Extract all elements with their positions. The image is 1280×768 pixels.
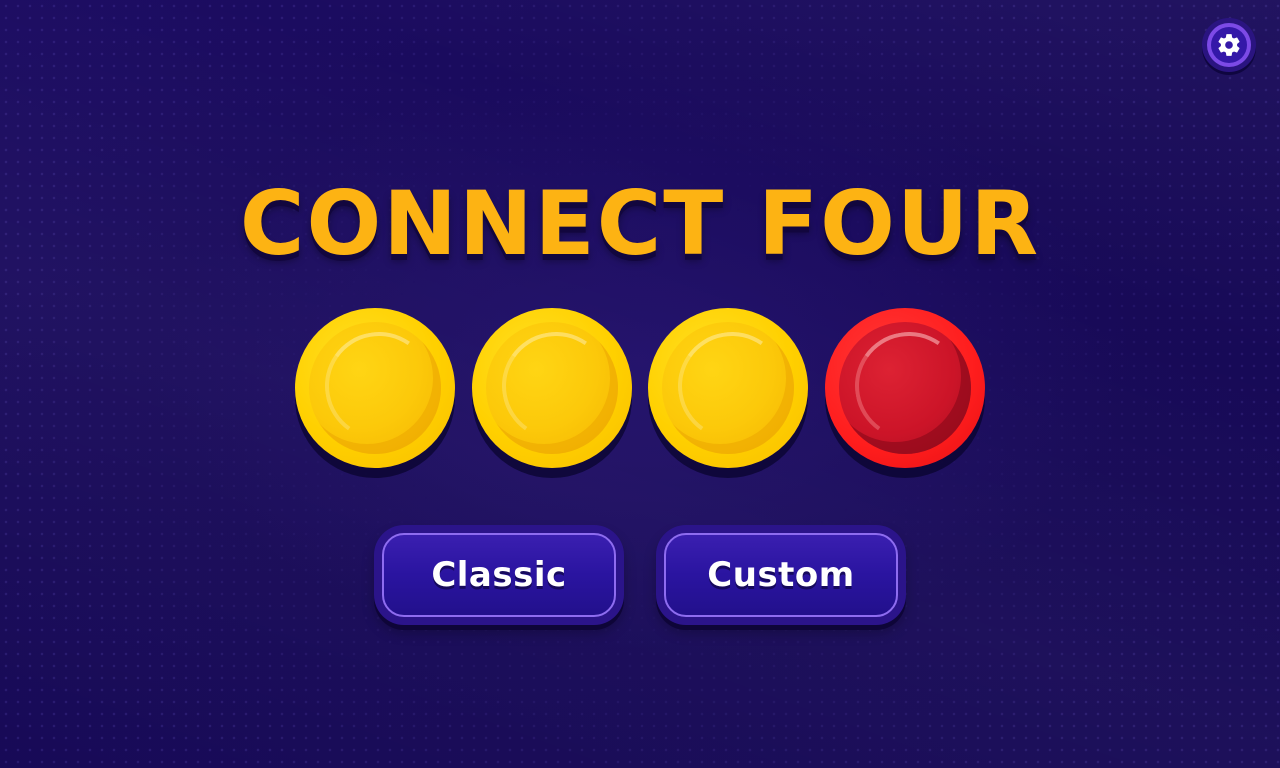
yellow-token xyxy=(648,308,808,468)
custom-mode-button[interactable]: Custom xyxy=(656,525,906,625)
custom-button-label: Custom xyxy=(707,555,855,595)
settings-button[interactable] xyxy=(1202,18,1256,72)
token-row xyxy=(0,308,1280,478)
classic-button-label: Classic xyxy=(431,555,567,595)
game-screen: CONNECT FOUR Classic Custom xyxy=(0,0,1280,768)
yellow-token xyxy=(295,308,455,468)
yellow-token xyxy=(472,308,632,468)
settings-button-ring xyxy=(1207,23,1251,67)
red-token xyxy=(825,308,985,468)
game-title: CONNECT FOUR xyxy=(239,172,1041,275)
classic-button-plate: Classic xyxy=(382,533,616,617)
classic-mode-button[interactable]: Classic xyxy=(374,525,624,625)
gear-icon xyxy=(1218,34,1240,56)
settings-button-inner xyxy=(1211,27,1247,63)
custom-button-plate: Custom xyxy=(664,533,898,617)
